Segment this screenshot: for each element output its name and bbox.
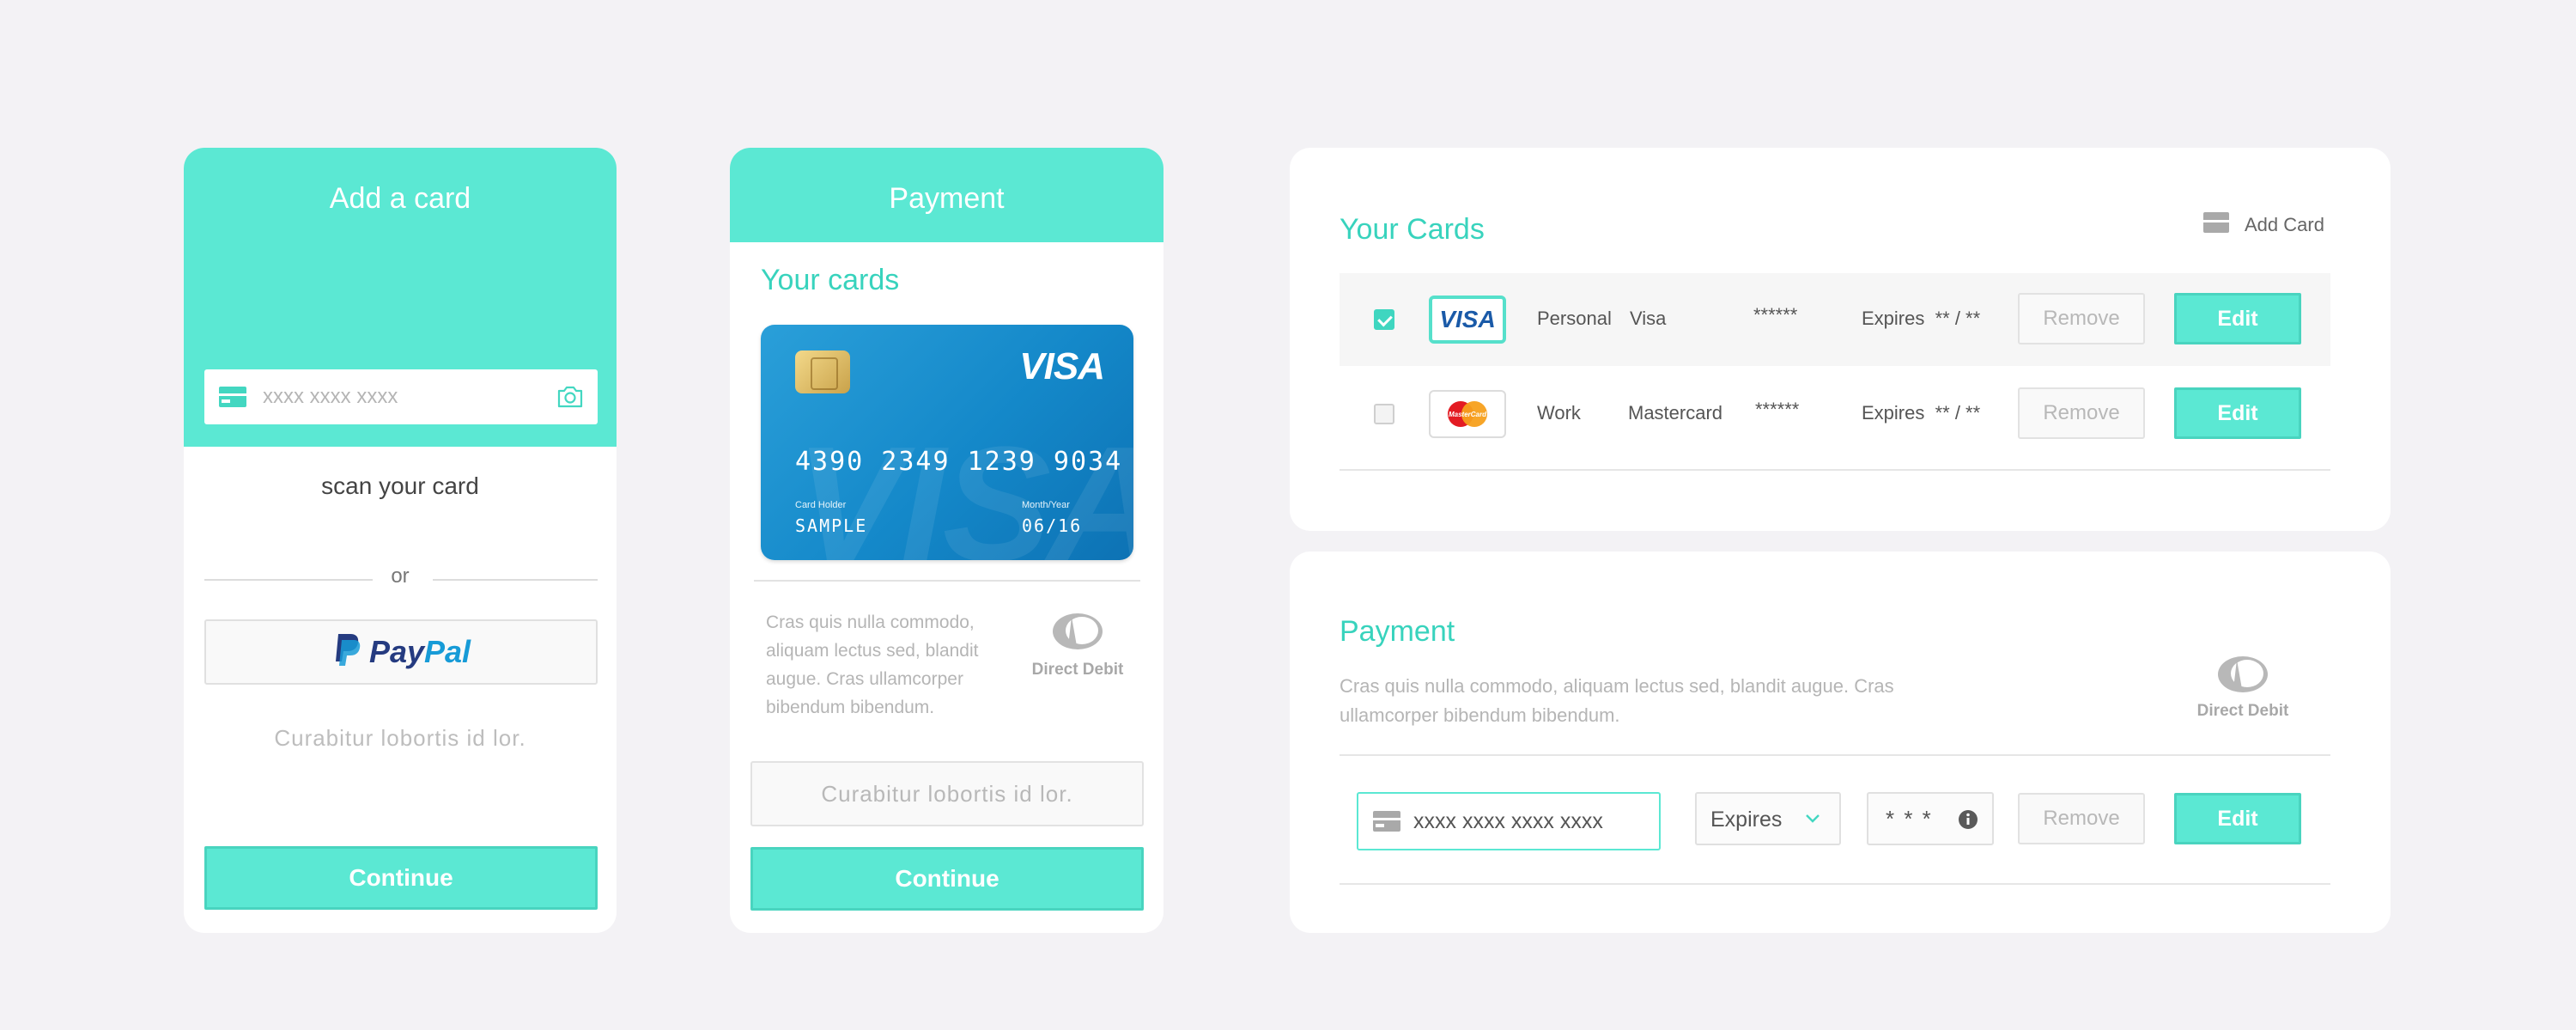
remove-button[interactable]: Remove (2018, 293, 2145, 344)
divider (1340, 469, 2330, 471)
or-separator: or (391, 564, 410, 588)
direct-debit-icon (1051, 613, 1104, 655)
card-icon (1372, 809, 1401, 838)
expires-select[interactable]: Expires (1695, 792, 1841, 845)
payment-description: Cras quis nulla commodo, aliquam lectus … (1340, 675, 1894, 726)
card-holder-name: SAMPLE (795, 515, 868, 536)
card-number: 4390 2349 1239 9034 (795, 447, 1123, 477)
card-row[interactable]: VISA Personal Visa ****** Expires ** / *… (1340, 273, 2330, 366)
paypal-icon (331, 632, 361, 673)
checkbox-icon[interactable] (1374, 309, 1394, 330)
checkbox-icon[interactable] (1374, 404, 1394, 424)
payment-title: Payment (889, 182, 1005, 215)
card-network: Visa (1630, 308, 1667, 329)
your-cards-title: Your Cards (1340, 213, 1485, 246)
or-divider-right (433, 579, 598, 581)
note-input[interactable]: Curabitur lobortis id lor. (750, 761, 1144, 826)
card-number-value: xxxx xxxx xxxx xxxx (1413, 809, 1603, 833)
chevron-down-icon (1805, 813, 1820, 828)
chip-icon (795, 350, 850, 393)
payment-title: Payment (1340, 615, 1455, 648)
paypal-logo-pay: Pay (368, 634, 424, 669)
add-card-note: Curabitur lobortis id lor. (274, 725, 526, 751)
visa-logo-text: VISA (1439, 306, 1496, 332)
card-expiry: Expires ** / ** (1862, 308, 1981, 329)
cvv-input[interactable]: * * * (1867, 792, 1994, 845)
mastercard-logo: MasterCard (1429, 390, 1506, 438)
continue-button[interactable]: Continue (750, 847, 1144, 911)
card-number-input[interactable]: xxxx xxxx xxxx (204, 369, 598, 424)
camera-icon[interactable] (556, 385, 584, 413)
edit-button[interactable]: Edit (2174, 293, 2301, 344)
add-card-label: Add Card (2245, 213, 2324, 235)
card-expiry-label: Month/Year (1022, 500, 1070, 510)
scan-card-link[interactable]: scan your card (184, 472, 617, 500)
card-type: Personal (1537, 308, 1612, 329)
mastercard-logo-text: MasterCard (1449, 411, 1487, 418)
direct-debit-label: Direct Debit (2196, 702, 2289, 720)
continue-button[interactable]: Continue (204, 846, 598, 910)
add-card-title: Add a card (329, 182, 471, 215)
card-row[interactable]: MasterCard Work Mastercard ****** Expire… (1340, 368, 2330, 460)
card-masked-number: ****** (1755, 399, 1800, 420)
paypal-logo-pal: Pal (424, 634, 471, 669)
add-card-panel: Add a card xxxx xxxx xxxx scan your card… (184, 148, 617, 933)
divider (1340, 754, 2330, 756)
your-cards-panel: Your Cards Add Card VISA Personal Visa *… (1290, 148, 2391, 531)
card-watermark: VISA (795, 413, 1133, 560)
edit-button[interactable]: Edit (2174, 793, 2301, 844)
card-expiry: 06/16 (1022, 515, 1083, 536)
direct-debit-icon (2215, 656, 2270, 698)
edit-button[interactable]: Edit (2174, 387, 2301, 439)
visa-logo: VISA (1429, 296, 1506, 344)
cvv-value: * * * (1886, 806, 1933, 832)
remove-button[interactable]: Remove (2018, 793, 2145, 844)
card-expiry: Expires ** / ** (1862, 402, 1981, 424)
card-masked-number: ****** (1753, 304, 1798, 326)
info-icon[interactable] (1958, 809, 1978, 834)
card-type: Work (1537, 402, 1581, 424)
add-card-button[interactable]: Add Card (2203, 211, 2324, 238)
payment-description: Cras quis nulla commodo, aliquam lectus … (766, 613, 979, 717)
card-icon (218, 385, 247, 413)
direct-debit-option[interactable]: Direct Debit (1022, 612, 1133, 680)
divider (1340, 883, 2330, 885)
credit-card[interactable]: VISA VISA 4390 2349 1239 9034 Card Holde… (761, 325, 1133, 560)
card-icon (2203, 211, 2229, 238)
card-number-input[interactable]: xxxx xxxx xxxx xxxx (1357, 792, 1661, 850)
card-holder-label: Card Holder (795, 500, 847, 510)
paypal-button[interactable]: PayPal (204, 619, 598, 685)
payment-desktop-panel: Payment Cras quis nulla commodo, aliquam… (1290, 552, 2391, 933)
direct-debit-option[interactable]: Direct Debit (2191, 655, 2294, 721)
or-divider-left (204, 579, 373, 581)
remove-button[interactable]: Remove (2018, 387, 2145, 439)
visa-logo: VISA (1019, 345, 1105, 387)
card-network: Mastercard (1628, 402, 1723, 424)
expires-label: Expires (1710, 808, 1783, 832)
divider (754, 580, 1140, 582)
payment-mobile-panel: Payment Your cards VISA VISA 4390 2349 1… (730, 148, 1163, 933)
card-number-placeholder: xxxx xxxx xxxx (263, 385, 398, 408)
direct-debit-label: Direct Debit (1031, 661, 1124, 679)
your-cards-heading: Your cards (761, 264, 900, 296)
